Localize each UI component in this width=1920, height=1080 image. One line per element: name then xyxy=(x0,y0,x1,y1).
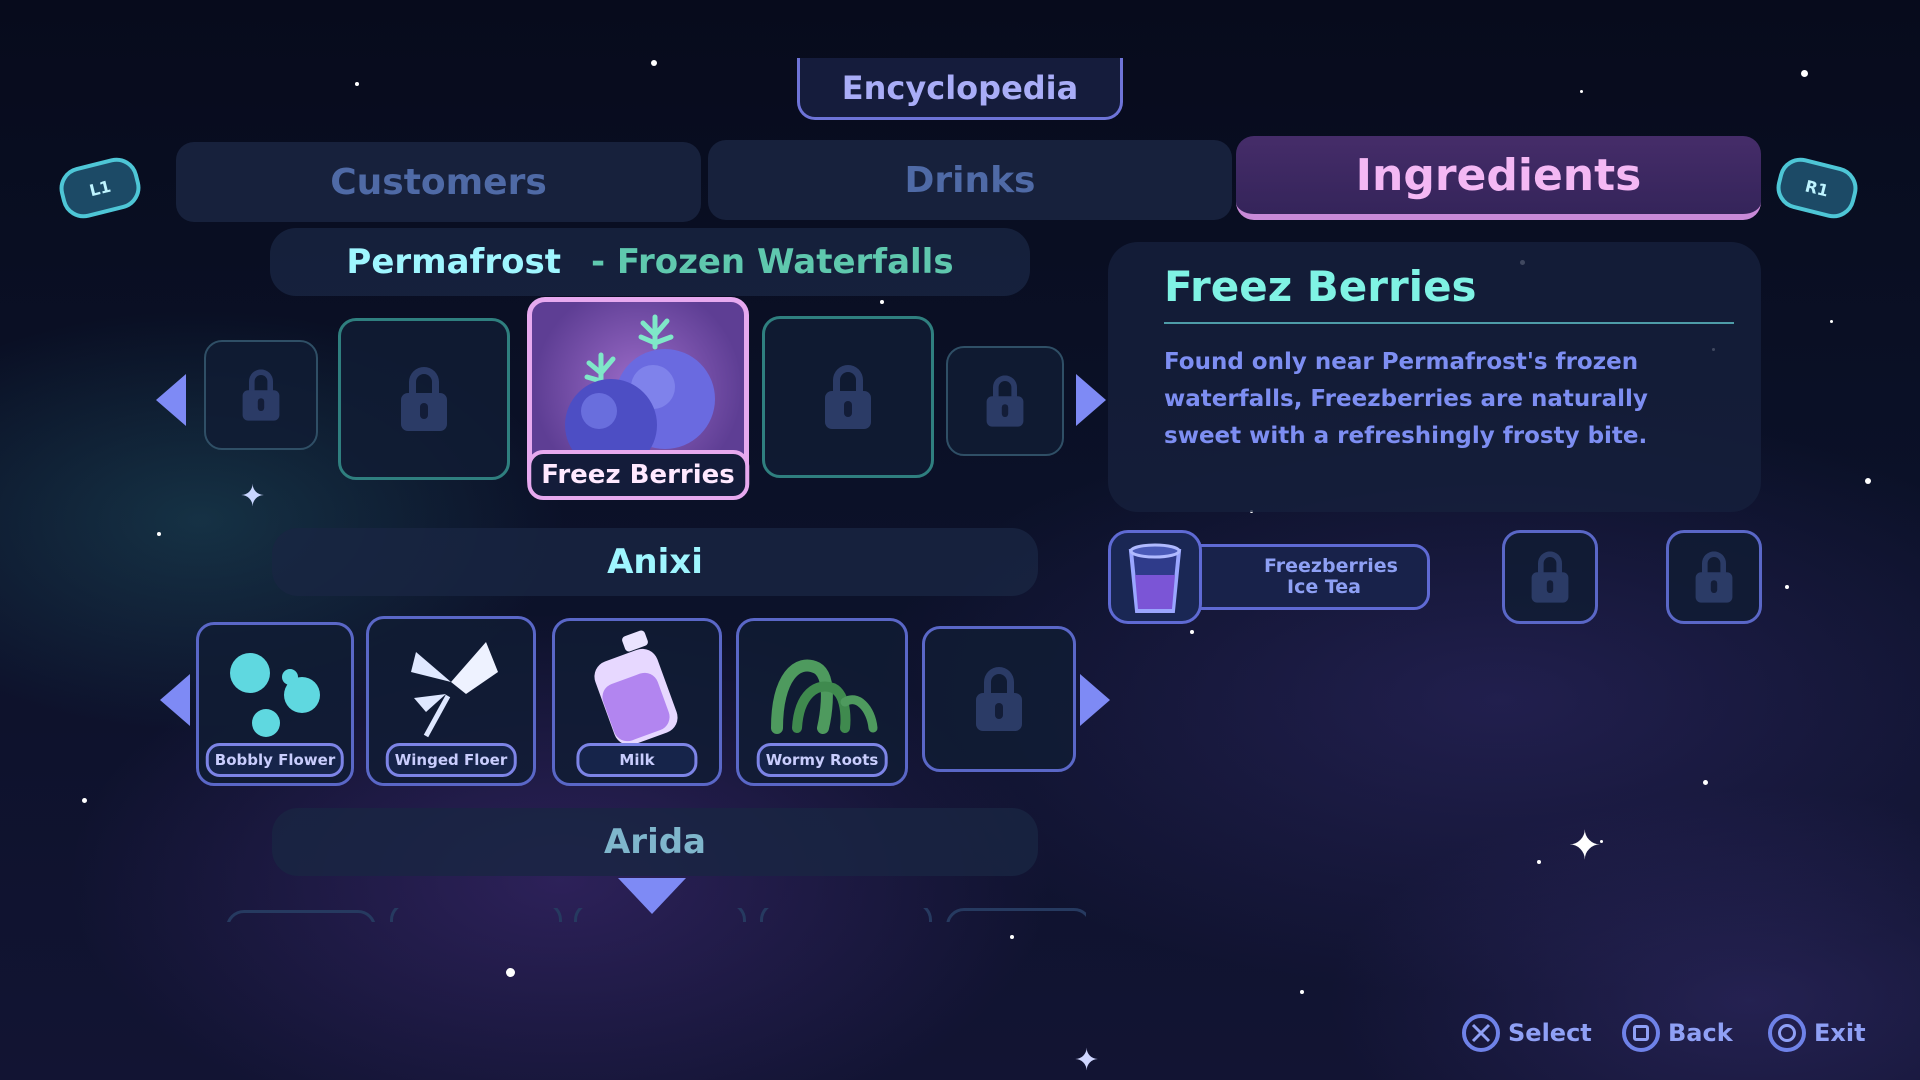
lock-icon xyxy=(976,667,1022,731)
recipe-slot[interactable] xyxy=(1108,530,1202,624)
partial-slot-row xyxy=(226,908,1086,922)
selected-item-label: Freez Berries xyxy=(527,450,749,500)
milk-bottle-icon xyxy=(594,630,678,746)
exit-prompt[interactable]: Exit xyxy=(1768,1014,1866,1052)
lock-icon xyxy=(986,375,1024,427)
item-label: Wormy Roots xyxy=(756,743,888,777)
lock-icon xyxy=(401,367,447,431)
detail-description: Found only near Permafrost's frozen wate… xyxy=(1164,349,1648,449)
ice-tea-cup-icon xyxy=(1128,543,1182,613)
l1-label: L1 xyxy=(87,176,113,200)
region-header-arida: Arida xyxy=(272,808,1038,876)
locked-slot[interactable] xyxy=(946,346,1064,456)
recipe-label[interactable]: Freezberries Ice Tea xyxy=(1198,544,1430,610)
region-name: Permafrost xyxy=(346,242,561,282)
locked-slot[interactable] xyxy=(204,340,318,450)
locked-recipe-slot[interactable] xyxy=(1502,530,1598,624)
detail-title: Freez Berries xyxy=(1164,262,1477,311)
encyclopedia-title: Encyclopedia xyxy=(797,58,1123,120)
circle-button-icon xyxy=(1768,1014,1806,1052)
tab-drinks[interactable]: Drinks xyxy=(708,140,1232,220)
region-name: Arida xyxy=(603,822,707,862)
scroll-left-arrow[interactable] xyxy=(156,374,186,426)
region-header-anixi: Anixi xyxy=(272,528,1038,596)
winged-floer-icon xyxy=(411,642,498,738)
lock-icon xyxy=(1695,551,1733,603)
lock-icon xyxy=(825,365,871,429)
select-prompt[interactable]: Select xyxy=(1462,1014,1592,1052)
tab-ingredients[interactable]: Ingredients xyxy=(1236,136,1761,220)
exit-label: Exit xyxy=(1814,1019,1866,1047)
locked-slot[interactable] xyxy=(922,626,1076,772)
detail-panel: Freez Berries Found only near Permafrost… xyxy=(1108,242,1761,512)
tab-label: Ingredients xyxy=(1355,149,1642,201)
back-label: Back xyxy=(1668,1019,1733,1047)
select-label: Select xyxy=(1508,1019,1592,1047)
lock-icon xyxy=(1531,551,1569,603)
sparkle-icon: ✦ xyxy=(240,479,266,514)
wormy-roots-icon xyxy=(771,659,878,734)
scroll-right-arrow[interactable] xyxy=(1080,674,1110,726)
region-subtitle: - Frozen Waterfalls xyxy=(590,242,954,282)
ingredient-slot[interactable]: Bobbly Flower xyxy=(196,622,354,786)
ingredient-slot[interactable]: Wormy Roots xyxy=(736,618,908,786)
scroll-left-arrow[interactable] xyxy=(160,674,190,726)
locked-slot[interactable] xyxy=(762,316,934,478)
tab-label: Customers xyxy=(330,161,547,203)
recipe-name: Freezberries Ice Tea xyxy=(1264,555,1398,598)
sparkle-icon: ✦ xyxy=(1568,823,1602,869)
item-label: Bobbly Flower xyxy=(205,743,345,777)
ingredient-slot-selected[interactable]: Freez Berries xyxy=(527,297,749,500)
locked-slot[interactable] xyxy=(338,318,510,480)
locked-recipe-slot[interactable] xyxy=(1666,530,1762,624)
item-label: Winged Floer xyxy=(385,743,517,777)
cross-button-icon xyxy=(1462,1014,1500,1052)
sparkle-icon: ✦ xyxy=(1074,1043,1100,1078)
back-prompt[interactable]: Back xyxy=(1622,1014,1733,1052)
ingredient-slot[interactable]: Winged Floer xyxy=(366,616,536,786)
l1-button[interactable]: L1 xyxy=(54,153,146,223)
square-button-icon xyxy=(1622,1014,1660,1052)
r1-label: R1 xyxy=(1803,175,1831,201)
item-label: Milk xyxy=(576,743,698,777)
r1-button[interactable]: R1 xyxy=(1771,153,1863,223)
tab-customers[interactable]: Customers xyxy=(176,142,701,222)
lock-icon xyxy=(242,369,280,421)
region-header-permafrost: Permafrost - Frozen Waterfalls xyxy=(270,228,1030,296)
ingredient-slot[interactable]: Milk xyxy=(552,618,722,786)
divider xyxy=(1164,322,1734,324)
tab-label: Drinks xyxy=(904,159,1036,201)
region-name: Anixi xyxy=(607,542,703,582)
bobbly-flower-icon xyxy=(230,653,320,737)
scroll-right-arrow[interactable] xyxy=(1076,374,1106,426)
